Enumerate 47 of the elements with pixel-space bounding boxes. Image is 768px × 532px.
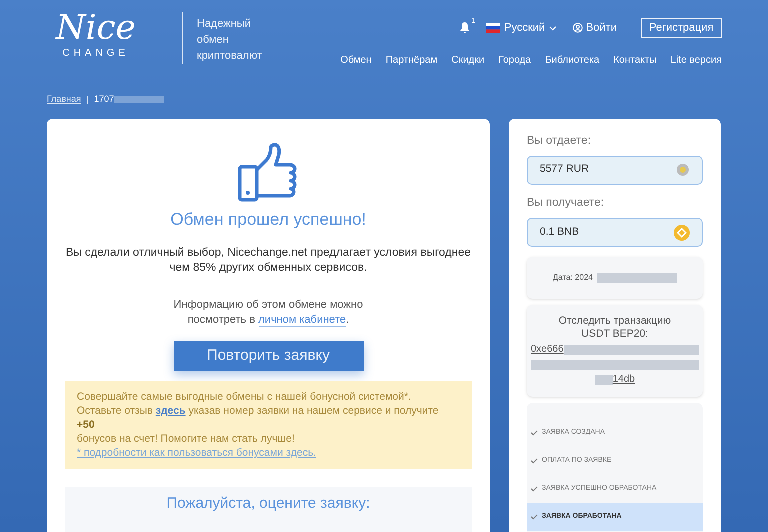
nav-link[interactable]: Библиотека <box>545 53 600 68</box>
breadcrumb-link[interactable]: Главная <box>47 93 82 106</box>
nav-link[interactable]: Lite версия <box>670 53 722 68</box>
nav-link[interactable]: Обмен <box>340 53 372 68</box>
rating-title: Пожалуйста, оцените заявку: <box>166 494 370 514</box>
repeat-button[interactable]: Повторить заявку <box>174 341 364 371</box>
date-text: Дата: 2024 <box>553 272 593 284</box>
nav-link[interactable]: Контакты <box>614 53 657 68</box>
info-text: Информацию об этом обмене можно посмотреть в личном кабинете. <box>172 298 364 328</box>
check-icon <box>531 430 538 436</box>
breadcrumb-current: 1707 <box>94 93 114 106</box>
user-icon <box>573 23 584 33</box>
caret-icon <box>549 26 558 30</box>
check-icon <box>531 458 538 464</box>
get-field: 0.1 BNB <box>527 218 703 247</box>
flag-icon <box>486 23 500 33</box>
success-title: Обмен прошел успешно! <box>170 208 366 230</box>
blurred-text <box>594 374 613 384</box>
field-label: Вы получаете: <box>527 196 606 211</box>
thumbs-up-icon <box>238 142 300 202</box>
nav-link[interactable]: Скидки <box>452 53 485 68</box>
bell-icon[interactable] <box>460 22 470 34</box>
bonus-text: Совершайте самые выгодные обмены с нашей бонусной системой*. <box>77 390 412 404</box>
coin-icon <box>676 163 690 178</box>
give-field: 5577 RUR <box>527 156 703 185</box>
hash-link[interactable]: 14db <box>612 372 636 387</box>
nav-link[interactable]: Партнёрам <box>386 53 438 68</box>
bonus-details-link[interactable]: * подробности как пользоваться бонусами здесь. <box>77 447 316 459</box>
logo[interactable]: Nice CHANGE <box>46 8 146 60</box>
cabinet-link[interactable]: личном кабинете <box>258 314 346 327</box>
bonus-amount: +50 <box>77 418 96 432</box>
success-text: Вы сделали отличный выбор, Nicechange.net предлагает условия выгоднее чем 85% других обменных сервисов. <box>64 246 472 276</box>
check-icon <box>531 514 538 520</box>
check-icon <box>531 486 538 492</box>
register-button[interactable]: Регистрация <box>641 18 722 38</box>
bonus-text: Оставьте отзыв здесь указав номер заявки на нашем сервисе и получите <box>77 404 440 418</box>
language-selector[interactable]: Русский <box>486 20 558 36</box>
tagline: Надежный обмен криптовалют <box>197 17 262 64</box>
blurred-text <box>114 96 164 104</box>
nav-link[interactable]: Города <box>498 53 532 68</box>
login-link[interactable]: Войти <box>573 20 617 36</box>
coin-icon <box>674 224 690 240</box>
track-label: Отследить транзакцию USDT BEP20: <box>558 315 672 341</box>
bonus-text: бонусов на счет! Помогите нам стать лучше! <box>77 432 296 446</box>
field-label: Вы отдаете: <box>527 134 592 148</box>
review-link[interactable]: здесь <box>156 405 186 417</box>
hash-link[interactable]: 0xe666 <box>531 342 564 357</box>
